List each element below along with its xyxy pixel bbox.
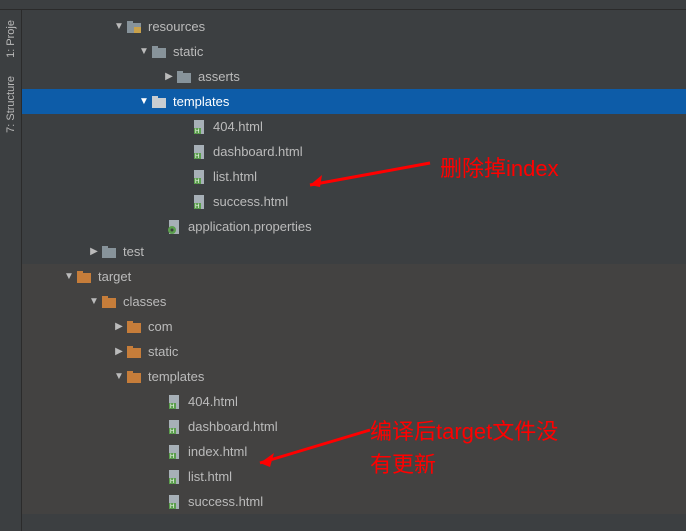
tree-label: dashboard.html bbox=[188, 419, 278, 434]
tree-file-html[interactable]: ▶ H dashboard.html bbox=[22, 414, 686, 439]
svg-text:H: H bbox=[195, 154, 199, 160]
folder-excluded-icon bbox=[126, 369, 142, 385]
target-section: ▼ target ▼ classes ▶ com ▶ static ▼ tem bbox=[22, 264, 686, 514]
html-file-icon: H bbox=[166, 419, 182, 435]
tree-label: success.html bbox=[188, 494, 263, 509]
folder-icon bbox=[176, 69, 192, 85]
tree-label: classes bbox=[123, 294, 166, 309]
tree-label: target bbox=[98, 269, 131, 284]
folder-excluded-icon bbox=[76, 269, 92, 285]
tree-file-html[interactable]: ▶ H index.html bbox=[22, 439, 686, 464]
tree-label: 404.html bbox=[188, 394, 238, 409]
properties-file-icon bbox=[166, 219, 182, 235]
tree-file-html[interactable]: ▶ H dashboard.html bbox=[22, 139, 686, 164]
chevron-down-icon[interactable]: ▼ bbox=[137, 46, 151, 57]
tree-label: list.html bbox=[213, 169, 257, 184]
folder-excluded-icon bbox=[101, 294, 117, 310]
html-file-icon: H bbox=[191, 119, 207, 135]
tree-file-html[interactable]: ▶ H 404.html bbox=[22, 114, 686, 139]
svg-text:H: H bbox=[170, 429, 174, 435]
html-file-icon: H bbox=[191, 194, 207, 210]
chevron-down-icon[interactable]: ▼ bbox=[62, 271, 76, 282]
folder-resources-icon bbox=[126, 19, 142, 35]
tree-folder-templates-target[interactable]: ▼ templates bbox=[22, 364, 686, 389]
tree-label: list.html bbox=[188, 469, 232, 484]
html-file-icon: H bbox=[166, 469, 182, 485]
tab-structure-label: 7: Structure bbox=[5, 76, 17, 133]
svg-text:H: H bbox=[170, 504, 174, 510]
side-tabs: 1: Proje 7: Structure bbox=[0, 10, 22, 531]
tree-folder-static-target[interactable]: ▶ static bbox=[22, 339, 686, 364]
tree-label: application.properties bbox=[188, 219, 312, 234]
tree-folder-asserts[interactable]: ▶ asserts bbox=[22, 64, 686, 89]
svg-text:H: H bbox=[195, 204, 199, 210]
tree-file-html[interactable]: ▶ H success.html bbox=[22, 489, 686, 514]
tree-folder-resources[interactable]: ▼ resources bbox=[22, 14, 686, 39]
chevron-down-icon[interactable]: ▼ bbox=[137, 96, 151, 107]
svg-text:H: H bbox=[195, 179, 199, 185]
tree-label: asserts bbox=[198, 69, 240, 84]
tree-file-html[interactable]: ▶ H list.html bbox=[22, 464, 686, 489]
tree-label: success.html bbox=[213, 194, 288, 209]
svg-text:H: H bbox=[170, 454, 174, 460]
toolbar-stub bbox=[0, 0, 686, 10]
tree-label: templates bbox=[173, 94, 229, 109]
tree-label: test bbox=[123, 244, 144, 259]
tree-label: static bbox=[173, 44, 203, 59]
tree-label: dashboard.html bbox=[213, 144, 303, 159]
html-file-icon: H bbox=[166, 394, 182, 410]
chevron-right-icon[interactable]: ▶ bbox=[162, 71, 176, 82]
project-tree[interactable]: ▼ resources ▼ static ▶ asserts bbox=[22, 10, 686, 531]
tree-file-html[interactable]: ▶ H 404.html bbox=[22, 389, 686, 414]
html-file-icon: H bbox=[191, 169, 207, 185]
tree-label: resources bbox=[148, 19, 205, 34]
folder-icon bbox=[151, 94, 167, 110]
tree-label: static bbox=[148, 344, 178, 359]
folder-icon bbox=[101, 244, 117, 260]
tree-label: index.html bbox=[188, 444, 247, 459]
tree-label: 404.html bbox=[213, 119, 263, 134]
tree-folder-com[interactable]: ▶ com bbox=[22, 314, 686, 339]
folder-excluded-icon bbox=[126, 319, 142, 335]
svg-text:H: H bbox=[195, 129, 199, 135]
tab-project[interactable]: 1: Proje bbox=[3, 14, 19, 64]
tree-folder-test[interactable]: ▶ test bbox=[22, 239, 686, 264]
svg-text:H: H bbox=[170, 404, 174, 410]
html-file-icon: H bbox=[166, 444, 182, 460]
tree-folder-templates[interactable]: ▼ templates bbox=[22, 89, 686, 114]
chevron-right-icon[interactable]: ▶ bbox=[112, 321, 126, 332]
chevron-down-icon[interactable]: ▼ bbox=[87, 296, 101, 307]
tree-folder-target[interactable]: ▼ target bbox=[22, 264, 686, 289]
folder-excluded-icon bbox=[126, 344, 142, 360]
tree-file-properties[interactable]: ▶ application.properties bbox=[22, 214, 686, 239]
html-file-icon: H bbox=[166, 494, 182, 510]
tree-folder-classes[interactable]: ▼ classes bbox=[22, 289, 686, 314]
tree-folder-static[interactable]: ▼ static bbox=[22, 39, 686, 64]
tree-file-html[interactable]: ▶ H list.html bbox=[22, 164, 686, 189]
svg-text:H: H bbox=[170, 479, 174, 485]
chevron-down-icon[interactable]: ▼ bbox=[112, 21, 126, 32]
chevron-right-icon[interactable]: ▶ bbox=[112, 346, 126, 357]
tab-structure[interactable]: 7: Structure bbox=[3, 70, 19, 139]
html-file-icon: H bbox=[191, 144, 207, 160]
tab-project-label: 1: Proje bbox=[5, 20, 17, 58]
chevron-down-icon[interactable]: ▼ bbox=[112, 371, 126, 382]
tree-label: templates bbox=[148, 369, 204, 384]
tree-label: com bbox=[148, 319, 173, 334]
folder-icon bbox=[151, 44, 167, 60]
tree-file-html[interactable]: ▶ H success.html bbox=[22, 189, 686, 214]
chevron-right-icon[interactable]: ▶ bbox=[87, 246, 101, 257]
